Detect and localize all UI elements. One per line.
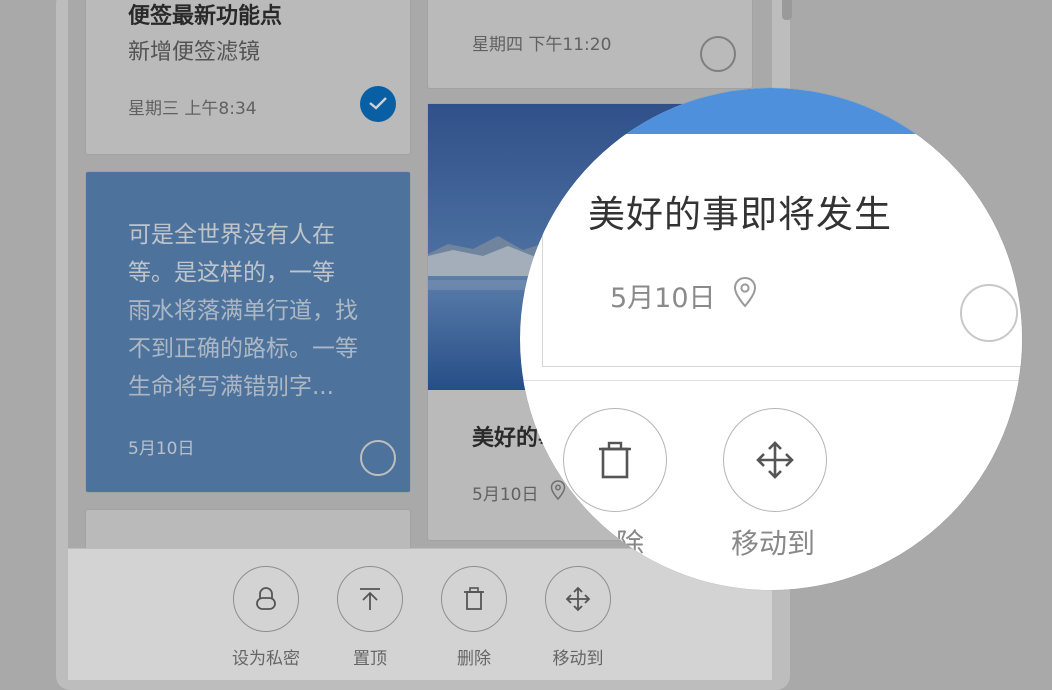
action-circle	[441, 566, 507, 632]
action-circle	[337, 566, 403, 632]
note-date: 星期三 上午8:34	[128, 99, 257, 119]
note-line: 等。是这样的，一等	[128, 260, 335, 286]
delete-button[interactable]: 删除	[439, 566, 509, 669]
note-checkbox[interactable]	[360, 440, 396, 476]
zoom-delete-label: 除	[616, 527, 645, 560]
note-title: 便签最新功能点	[128, 4, 283, 29]
magnifier-callout: 美好的事即将发生 5月10日 除 移动到	[520, 88, 1022, 590]
action-label: 删除	[457, 649, 491, 669]
location-pin-icon	[733, 276, 757, 308]
note-line: 生命将写满错别字...	[128, 374, 334, 400]
lock-icon	[256, 587, 276, 610]
note-line: 不到正确的路标。一等	[128, 336, 358, 362]
note-checkbox-checked[interactable]	[360, 86, 396, 122]
action-label: 设为私密	[232, 649, 300, 669]
action-label: 置顶	[353, 649, 387, 669]
trash-icon	[464, 587, 484, 610]
note-date: 5月10日	[128, 439, 195, 459]
trash-icon	[599, 441, 631, 479]
action-label: 移动到	[552, 649, 604, 669]
note-text: 可是全世界没有人在 等。是这样的，一等 雨水将落满单行道，找 不到正确的路标。一…	[128, 216, 388, 406]
note-line: 雨水将落满单行道，找	[128, 298, 358, 324]
zoom-photo-strip	[520, 88, 1022, 134]
phone-side-button	[782, 0, 792, 20]
note-card[interactable]: 可是全世界没有人在 等。是这样的，一等 雨水将落满单行道，找 不到正确的路标。一…	[86, 172, 410, 492]
action-circle	[233, 566, 299, 632]
zoom-delete-button	[563, 408, 667, 512]
zoom-note-title: 美好的事即将发生	[588, 193, 892, 236]
note-date: 星期四 下午11:20	[472, 35, 612, 55]
note-card[interactable]: 星期四 下午11:20	[428, 0, 752, 88]
pin-top-button[interactable]: 置顶	[335, 566, 405, 669]
zoom-note-date: 5月10日	[610, 283, 716, 314]
note-checkbox[interactable]	[700, 36, 736, 72]
set-private-button[interactable]: 设为私密	[231, 566, 301, 669]
zoom-note-checkbox	[960, 284, 1018, 342]
move-icon	[756, 441, 794, 479]
check-icon	[369, 97, 387, 110]
note-line: 可是全世界没有人在	[128, 222, 335, 248]
zoom-move-label: 移动到	[731, 527, 816, 560]
note-subtitle: 新增便签滤镜	[128, 40, 261, 65]
pin-top-icon	[360, 588, 380, 610]
zoom-move-button	[723, 408, 827, 512]
note-card[interactable]: 便签最新功能点 新增便签滤镜 星期三 上午8:34	[86, 0, 410, 154]
zoom-note-card	[542, 134, 1022, 367]
